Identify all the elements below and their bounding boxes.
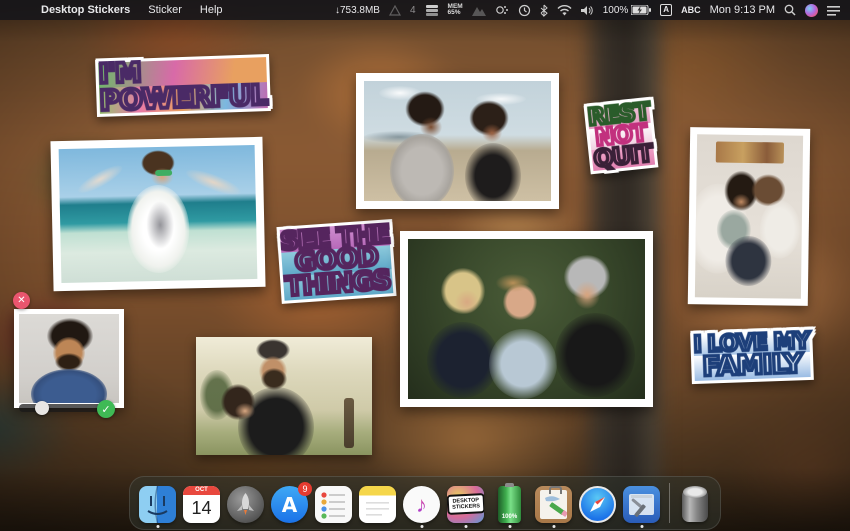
wall-art bbox=[716, 141, 784, 163]
photo-image bbox=[19, 314, 119, 403]
battery-app-label: 100% bbox=[498, 514, 521, 520]
figure-arm-right bbox=[184, 165, 244, 200]
sticker-rest-not-quit[interactable]: REST NOT QUIT bbox=[587, 102, 655, 172]
stickers-app-label-2: STICKERS bbox=[452, 504, 480, 511]
figure-son-hair bbox=[496, 274, 530, 292]
fan-settings-icon[interactable] bbox=[495, 4, 509, 16]
sticker-im-powerful[interactable]: I'M POWERFUL bbox=[98, 57, 267, 113]
photo-selfie-man[interactable] bbox=[14, 309, 124, 408]
slider-knob[interactable] bbox=[35, 401, 49, 415]
dock-notes-icon[interactable] bbox=[359, 486, 396, 523]
figure-sunglasses bbox=[155, 169, 172, 175]
fence-post bbox=[344, 398, 354, 448]
dock: OCT 14 A 9 ♪ bbox=[129, 476, 721, 530]
running-indicator bbox=[508, 525, 511, 528]
sticker-close-button[interactable]: ✕ bbox=[13, 292, 30, 309]
menu-app-name[interactable]: Desktop Stickers bbox=[32, 0, 139, 20]
photo-family-three[interactable] bbox=[400, 231, 653, 407]
dock-desktop-stickers-icon[interactable]: DESKTOP STICKERS bbox=[447, 486, 484, 523]
desktop: Desktop Stickers Sticker Help ↓753.8MB 4… bbox=[0, 0, 850, 531]
sticker-i-love-my-family[interactable]: I LOVE MY FAMILY bbox=[693, 332, 810, 381]
photo-image bbox=[59, 145, 258, 283]
input-source-abc[interactable]: ABC bbox=[681, 5, 701, 15]
figure-mom-face bbox=[732, 193, 750, 209]
dock-finder-icon[interactable] bbox=[139, 486, 176, 523]
photo-image bbox=[695, 134, 803, 298]
figure-mother-face bbox=[455, 290, 479, 314]
dock-battery-app-icon[interactable]: 100% bbox=[491, 486, 528, 523]
figure-mom-jeans bbox=[725, 236, 772, 287]
calendar-day: 14 bbox=[183, 495, 220, 521]
menu-help[interactable]: Help bbox=[191, 0, 232, 20]
battery-icon bbox=[631, 5, 651, 15]
running-indicator bbox=[552, 525, 555, 528]
dock-trash-icon[interactable] bbox=[679, 486, 711, 523]
sticker-text-line: FAMILY bbox=[694, 352, 811, 381]
dock-divider bbox=[669, 483, 670, 523]
volume-icon[interactable] bbox=[581, 5, 594, 16]
notification-center-icon[interactable] bbox=[827, 5, 840, 16]
dock-xcode-icon[interactable] bbox=[623, 486, 660, 523]
photo-field-dad[interactable] bbox=[196, 337, 372, 455]
running-indicator bbox=[156, 525, 159, 528]
figure-face-right bbox=[482, 124, 502, 142]
dock-reminders-icon[interactable] bbox=[315, 486, 352, 523]
menu-bar: Desktop Stickers Sticker Help ↓753.8MB 4… bbox=[0, 0, 850, 20]
dock-calendar-icon[interactable]: OCT 14 bbox=[183, 486, 220, 523]
figure-son-shirt bbox=[489, 329, 557, 399]
appstore-badge: 9 bbox=[298, 482, 312, 496]
sticker-text-line: POWERFUL bbox=[99, 82, 267, 114]
spotlight-search-icon[interactable] bbox=[784, 4, 796, 16]
input-source-icon[interactable]: A bbox=[660, 4, 672, 16]
running-indicator bbox=[464, 525, 467, 528]
photo-two-women[interactable] bbox=[356, 73, 559, 209]
photo-mom-kids[interactable] bbox=[688, 127, 810, 306]
network-signal-icon[interactable] bbox=[389, 5, 401, 16]
sticker-text-line: THINGS bbox=[283, 269, 393, 300]
menu-bar-clock[interactable]: Mon 9:13 PM bbox=[710, 4, 775, 16]
dock-appstore-icon[interactable]: A 9 bbox=[271, 486, 308, 523]
photo-image bbox=[196, 337, 372, 455]
figure-top-right bbox=[465, 143, 521, 201]
menu-sticker[interactable]: Sticker bbox=[139, 0, 191, 20]
dock-memo-app-icon[interactable] bbox=[535, 486, 572, 523]
figure-arm-left bbox=[75, 161, 125, 198]
figure-girl-face bbox=[235, 403, 255, 419]
disk-stack-icon[interactable] bbox=[425, 5, 439, 16]
photo-image bbox=[408, 239, 645, 399]
mem-value: 65% bbox=[448, 10, 463, 17]
memory-usage-indicator[interactable]: MEM 65% bbox=[448, 4, 463, 17]
figure-sweater bbox=[390, 134, 454, 201]
wifi-icon[interactable] bbox=[557, 5, 572, 16]
dock-safari-icon[interactable] bbox=[579, 486, 616, 523]
mountain-icon[interactable] bbox=[472, 5, 486, 16]
trash-paper bbox=[683, 486, 707, 498]
time-machine-icon[interactable] bbox=[518, 4, 531, 17]
calendar-month: OCT bbox=[183, 486, 220, 495]
sticker-text-line: QUIT bbox=[591, 144, 655, 171]
sticker-see-the-good-things[interactable]: SEE THE GOOD THINGS bbox=[280, 222, 394, 300]
dock-itunes-icon[interactable]: ♪ bbox=[403, 486, 440, 523]
sticker-confirm-button[interactable]: ✓ bbox=[97, 400, 115, 418]
battery-percent: 100% bbox=[603, 5, 629, 16]
bluetooth-icon[interactable] bbox=[540, 4, 548, 17]
photo-beach-girl[interactable] bbox=[50, 137, 265, 291]
figure-father-face bbox=[574, 281, 600, 309]
network-count: 4 bbox=[410, 5, 416, 16]
figure-blue-shirt bbox=[31, 369, 107, 403]
siri-icon[interactable] bbox=[805, 4, 818, 17]
dock-launchpad-icon[interactable] bbox=[227, 486, 264, 523]
running-indicator bbox=[420, 525, 423, 528]
battery-status[interactable]: 100% bbox=[603, 5, 652, 16]
download-speed-indicator[interactable]: ↓753.8MB bbox=[335, 5, 380, 16]
figure-father-shirt bbox=[555, 313, 635, 397]
photo-image bbox=[364, 81, 551, 201]
running-indicator bbox=[640, 525, 643, 528]
